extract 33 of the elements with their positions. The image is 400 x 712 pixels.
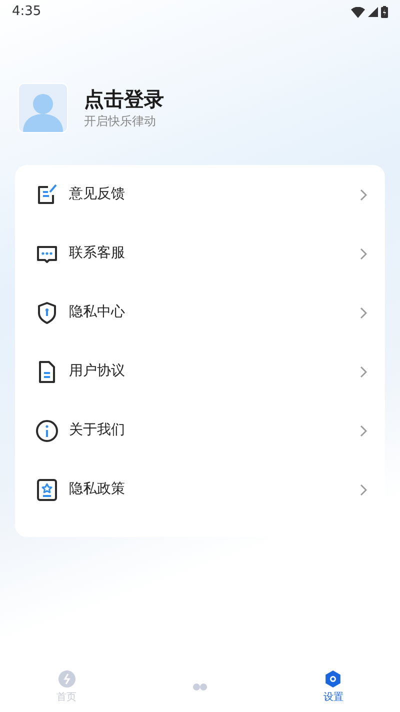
- menu-item[interactable]: 联系客服: [15, 224, 385, 283]
- edit-note-icon: [35, 182, 59, 206]
- login-subtitle: 开启快乐律动: [84, 115, 157, 127]
- chevron-right-icon: [360, 484, 367, 496]
- info-icon: [35, 418, 59, 442]
- menu-label: 关于我们: [69, 421, 126, 440]
- avatar[interactable]: [18, 83, 68, 133]
- menu-label: 隐私政策: [69, 480, 126, 499]
- menu-item[interactable]: 隐私中心: [15, 283, 385, 342]
- menu-label: 用户协议: [69, 362, 126, 381]
- status-time: 4:35: [12, 3, 42, 22]
- menu-item[interactable]: 意见反馈: [15, 165, 385, 224]
- menu-label: 隐私中心: [69, 303, 126, 322]
- menu-item[interactable]: 隐私政策: [15, 460, 385, 519]
- shield-icon: [35, 300, 59, 324]
- chevron-right-icon: [360, 188, 367, 200]
- menu-label: 意见反馈: [69, 185, 126, 204]
- signal-icon: [368, 7, 378, 17]
- menu-label: 联系客服: [69, 244, 126, 263]
- star-document-icon: [35, 478, 59, 502]
- menu-item[interactable]: 关于我们: [15, 401, 385, 460]
- chevron-right-icon: [360, 366, 367, 378]
- nav-tab[interactable]: 设置: [266, 670, 400, 704]
- battery-icon: [381, 6, 388, 18]
- wifi-icon: [351, 6, 365, 18]
- login-title[interactable]: 点击登录: [84, 89, 164, 109]
- settings-icon: [324, 670, 342, 688]
- chevron-right-icon: [360, 306, 367, 318]
- chevron-right-icon: [360, 248, 367, 260]
- coin-icon: [58, 670, 76, 688]
- menu-item[interactable]: 用户协议: [15, 342, 385, 401]
- chevron-right-icon: [360, 424, 367, 436]
- dots-icon: [192, 683, 207, 691]
